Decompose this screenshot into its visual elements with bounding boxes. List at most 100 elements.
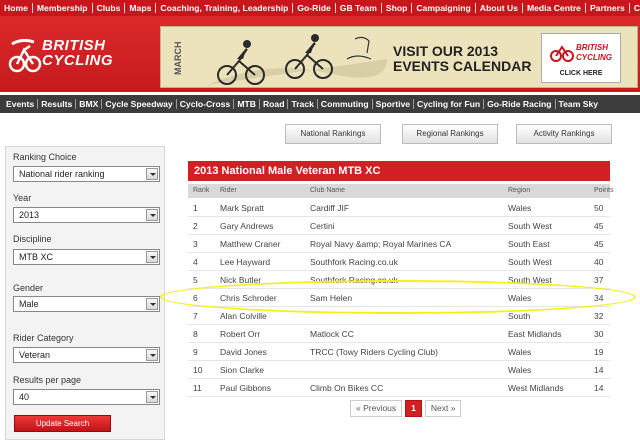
cell-club: Matlock CC	[310, 329, 354, 339]
banner-headline-line2: EVENTS CALENDAR	[393, 58, 532, 74]
header-region[interactable]: Region	[508, 187, 530, 194]
subnav-item-results[interactable]: Results	[38, 99, 77, 109]
cell-points: 45	[594, 221, 604, 231]
cell-points: 50	[594, 203, 604, 213]
header-points[interactable]: Points	[594, 187, 613, 194]
table-row: 8 Robert Orr Matlock CC East Midlands 30	[188, 325, 610, 343]
click-here-promo[interactable]: BRITISH CYCLING CLICK HERE	[541, 33, 621, 83]
cell-rider[interactable]: Alan Colville	[220, 311, 267, 321]
cell-region: South East	[508, 239, 550, 249]
cell-rider[interactable]: Robert Orr	[220, 329, 260, 339]
cell-region: South West	[508, 275, 552, 285]
top-nav-item-maps[interactable]: Maps	[125, 3, 157, 13]
top-nav-item-campaigning[interactable]: Campaigning	[412, 3, 476, 13]
top-nav-item-membership[interactable]: Membership	[33, 3, 93, 13]
page-1-button[interactable]: 1	[405, 400, 422, 417]
header-rank[interactable]: Rank	[193, 187, 209, 194]
year-select[interactable]: 2013	[13, 207, 160, 223]
ranking-choice-label: Ranking Choice	[13, 152, 77, 162]
table-row: 11 Paul Gibbons Climb On Bikes CC West M…	[188, 379, 610, 397]
cell-rider[interactable]: Chris Schroder	[220, 293, 277, 303]
activity-rankings-button[interactable]: Activity Rankings	[516, 124, 612, 144]
cell-region: Wales	[508, 365, 532, 375]
cell-rider[interactable]: Nick Butler	[220, 275, 261, 285]
top-nav-item-gb-team[interactable]: GB Team	[336, 3, 382, 13]
subnav-item-sportive[interactable]: Sportive	[373, 99, 415, 109]
top-nav-item-shop[interactable]: Shop	[382, 3, 413, 13]
cell-club: Royal Navy &amp; Royal Marines CA	[310, 239, 452, 249]
year-value: 2013	[19, 210, 40, 220]
subnav-item-bmx[interactable]: BMX	[76, 99, 103, 109]
cell-rider[interactable]: Matthew Craner	[220, 239, 280, 249]
top-nav-item-about-us[interactable]: About Us	[476, 3, 523, 13]
table-row: 1 Mark Spratt Cardiff JIF Wales 50	[188, 199, 610, 217]
table-row: 2 Gary Andrews Certini South West 45	[188, 217, 610, 235]
cell-rider[interactable]: Sion Clarke	[220, 365, 264, 375]
cell-rider[interactable]: Mark Spratt	[220, 203, 264, 213]
gender-select[interactable]: Male	[13, 296, 160, 312]
cell-rider[interactable]: Gary Andrews	[220, 221, 273, 231]
cell-rank: 5	[193, 275, 198, 285]
header-rider[interactable]: Rider	[220, 187, 237, 194]
svg-text:BRITISH: BRITISH	[576, 43, 608, 52]
cell-region: Wales	[508, 347, 532, 357]
cell-points: 34	[594, 293, 604, 303]
subnav-item-cyclo-cross[interactable]: Cyclo-Cross	[177, 99, 235, 109]
subnav-item-cycle-speedway[interactable]: Cycle Speedway	[102, 99, 177, 109]
cell-points: 45	[594, 239, 604, 249]
previous-page-button[interactable]: « Previous	[350, 400, 403, 417]
rider-category-label: Rider Category	[13, 333, 74, 343]
regional-rankings-button[interactable]: Regional Rankings	[402, 124, 498, 144]
discipline-select[interactable]: MTB XC	[13, 249, 160, 265]
subnav-item-mtb[interactable]: MTB	[234, 99, 260, 109]
logo-wordmark: BRITISH CYCLING	[42, 37, 113, 69]
cell-rank: 1	[193, 203, 198, 213]
site-header: BRITISH CYCLING MARCH VISIT OUR 2013 EVE…	[0, 16, 640, 92]
subnav-item-team-sky[interactable]: Team Sky	[556, 99, 602, 109]
cell-points: 40	[594, 257, 604, 267]
chevron-down-icon[interactable]	[146, 298, 158, 310]
update-search-button[interactable]: Update Search	[14, 415, 111, 432]
subnav-item-track[interactable]: Track	[288, 99, 318, 109]
cell-club: TRCC (Towy Riders Cycling Club)	[310, 347, 438, 357]
subnav-item-events[interactable]: Events	[6, 99, 39, 109]
cell-region: Wales	[508, 293, 532, 303]
header-club-name[interactable]: Club Name	[310, 187, 345, 194]
promo-logo-icon: BRITISH CYCLING	[550, 43, 612, 62]
chevron-down-icon[interactable]	[146, 349, 158, 361]
subnav-item-cycling-for-fun[interactable]: Cycling for Fun	[414, 99, 485, 109]
top-nav-item-media-centre[interactable]: Media Centre	[523, 3, 586, 13]
subnav-item-road[interactable]: Road	[260, 99, 289, 109]
cell-rider[interactable]: David Jones	[220, 347, 267, 357]
cell-points: 14	[594, 365, 604, 375]
chevron-down-icon[interactable]	[146, 391, 158, 403]
subnav-item-commuting[interactable]: Commuting	[318, 99, 373, 109]
top-nav-item-clubs[interactable]: Clubs	[93, 3, 126, 13]
top-nav-item-partners[interactable]: Partners	[586, 3, 630, 13]
cell-rider[interactable]: Paul Gibbons	[220, 383, 271, 393]
ranking-choice-select[interactable]: National rider ranking	[13, 166, 160, 182]
next-page-button[interactable]: Next »	[424, 400, 462, 417]
table-row: 6 Chris Schroder Sam Helen Wales 34	[188, 289, 610, 307]
national-rankings-button[interactable]: National Rankings	[285, 124, 381, 144]
chevron-down-icon[interactable]	[146, 209, 158, 221]
events-calendar-banner[interactable]: MARCH VISIT OUR 2013 EVENTS CALENDAR BRI…	[160, 26, 638, 88]
cell-region: South West	[508, 257, 552, 267]
results-per-page-select[interactable]: 40	[13, 389, 160, 405]
cell-rider[interactable]: Lee Hayward	[220, 257, 270, 267]
top-nav-item-home[interactable]: Home	[0, 3, 33, 13]
top-nav-item-coaching[interactable]: Coaching, Training, Leadership	[156, 3, 294, 13]
chevron-down-icon[interactable]	[146, 168, 158, 180]
top-nav: Home Membership Clubs Maps Coaching, Tra…	[0, 0, 640, 16]
british-cycling-logo[interactable]: BRITISH CYCLING	[8, 36, 148, 76]
top-nav-item-go-ride[interactable]: Go-Ride	[293, 3, 336, 13]
top-nav-item-contact[interactable]: Contact	[630, 3, 640, 13]
cyclists-illustration-icon	[207, 34, 387, 85]
chevron-down-icon[interactable]	[146, 251, 158, 263]
rider-category-select[interactable]: Veteran	[13, 347, 160, 363]
cell-rank: 6	[193, 293, 198, 303]
subnav-item-go-ride-racing[interactable]: Go-Ride Racing	[484, 99, 556, 109]
cell-club: Certini	[310, 221, 335, 231]
cycling-logo-icon	[8, 38, 42, 73]
cell-region: Wales	[508, 203, 532, 213]
